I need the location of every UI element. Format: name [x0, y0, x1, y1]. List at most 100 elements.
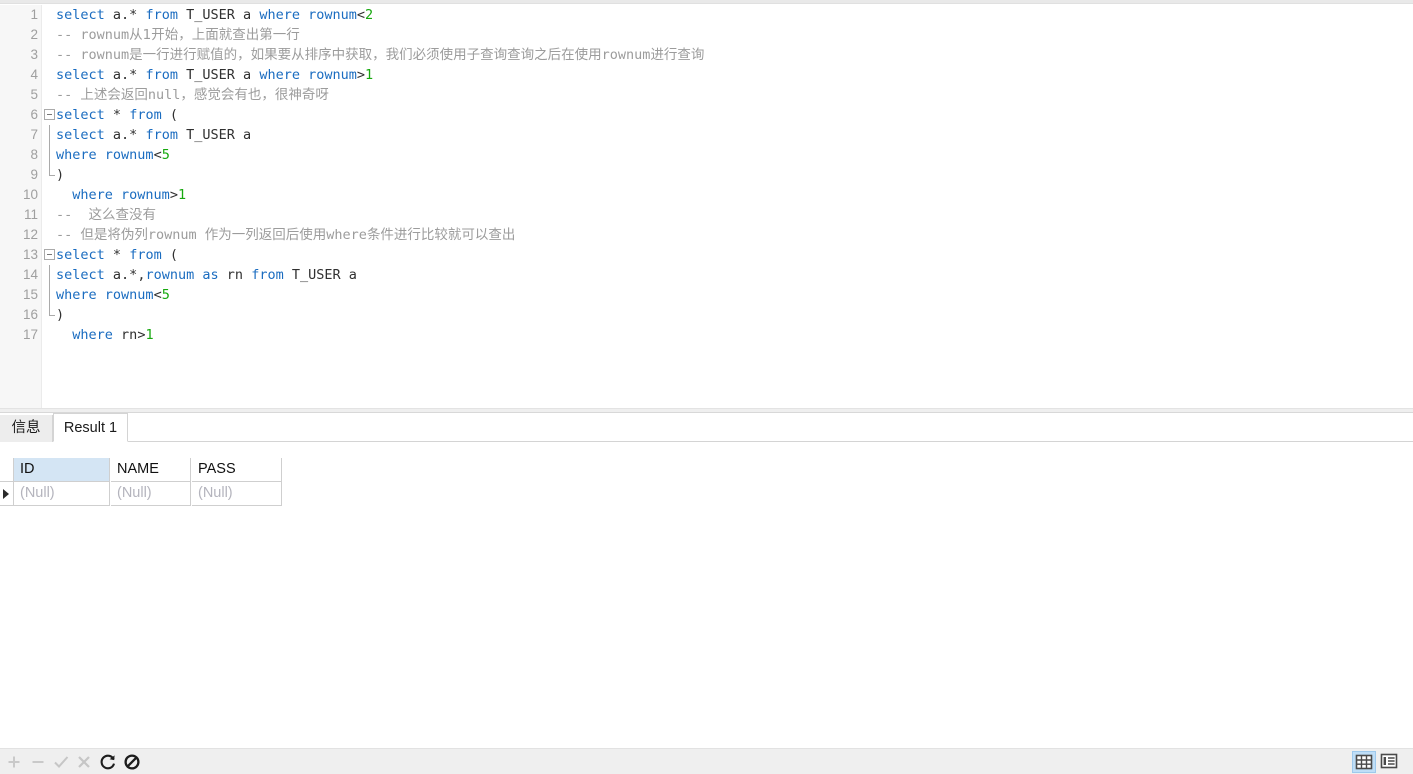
code-line-text: where rownum<5	[56, 287, 170, 303]
grid-status-bar	[0, 748, 1413, 774]
code-line-text: where rownum>1	[72, 187, 187, 203]
code-line[interactable]: 9)	[0, 165, 1413, 185]
code-line-text: select a.* from T_USER a where rownum<2	[56, 7, 374, 23]
fold-cell-empty	[42, 85, 56, 105]
grid-cell[interactable]: (Null)	[14, 482, 110, 506]
grid-header-row: ID NAME PASS	[0, 458, 1413, 482]
grid-view-button[interactable]	[1352, 751, 1376, 773]
commit-record-button[interactable]	[51, 752, 71, 772]
toolbar-edge-strip	[0, 0, 1413, 4]
code-line[interactable]: 16)	[0, 305, 1413, 325]
code-line-text: -- 这么查没有	[56, 207, 157, 223]
code-line-text: select a.* from T_USER a	[56, 127, 252, 143]
code-line[interactable]: 8 where rownum<5	[0, 145, 1413, 165]
plus-icon	[8, 756, 20, 768]
refresh-icon	[100, 754, 116, 770]
code-line-text: select * from (	[56, 107, 178, 123]
code-line[interactable]: 7 select a.* from T_USER a	[0, 125, 1413, 145]
tab-result-1[interactable]: Result 1	[53, 413, 128, 442]
grid-cell[interactable]: (Null)	[111, 482, 191, 506]
line-number: 9	[30, 167, 38, 182]
code-line[interactable]: 3 -- rownum是一行进行赋值的，如果要从排序中获取，我们必须使用子查询查询…	[0, 45, 1413, 65]
form-view-button[interactable]	[1378, 751, 1402, 773]
fold-toggle-icon[interactable]	[42, 105, 56, 125]
grid-corner-cell[interactable]	[0, 458, 14, 482]
code-line-text: select a.*,rownum as rn from T_USER a	[56, 267, 357, 283]
delete-record-button[interactable]	[28, 752, 48, 772]
current-row-triangle-icon	[3, 489, 9, 499]
row-marker[interactable]	[0, 482, 14, 506]
code-line-text: where rownum<5	[56, 147, 170, 163]
sql-code-editor[interactable]: 1 select a.* from T_USER a where rownum<2…	[0, 5, 1413, 408]
result-pane: 信息 Result 1 ID NAME PASS (Null) (Null) (Null…	[0, 413, 1413, 748]
sql-editor-window: 1 select a.* from T_USER a where rownum<2…	[0, 0, 1413, 774]
fold-guide-line	[42, 285, 56, 305]
fold-cell-empty	[42, 25, 56, 45]
fold-guide-end	[42, 305, 56, 325]
code-line[interactable]: 10 where rownum>1	[0, 185, 1413, 205]
code-line[interactable]: 11 -- 这么查没有	[0, 205, 1413, 225]
fold-guide-end	[42, 165, 56, 185]
add-record-button[interactable]	[4, 752, 24, 772]
fold-guide-line	[42, 265, 56, 285]
code-line-text: select a.* from T_USER a where rownum>1	[56, 67, 374, 83]
column-header[interactable]: ID	[14, 458, 110, 482]
code-line-text: where rn>1	[72, 327, 154, 343]
result-tab-strip: 信息 Result 1	[0, 413, 1413, 442]
line-number: 13	[22, 247, 38, 262]
line-number: 3	[30, 47, 38, 62]
fold-guide-line	[42, 125, 56, 145]
line-number: 12	[22, 227, 38, 242]
tab-info[interactable]: 信息	[0, 415, 53, 442]
code-line-text: -- 但是将伪列rownum 作为一列返回后使用where条件进行比较就可以查出	[56, 227, 516, 243]
code-line-text: select * from (	[56, 247, 178, 263]
result-data-grid[interactable]: ID NAME PASS (Null) (Null) (Null)	[0, 442, 1413, 748]
editor-code-area[interactable]: 1 select a.* from T_USER a where rownum<2…	[0, 5, 1413, 408]
no-entry-icon	[124, 754, 140, 770]
fold-guide-line	[42, 145, 56, 165]
code-line-text: -- rownum是一行进行赋值的，如果要从排序中获取，我们必须使用子查询查询之…	[56, 47, 705, 63]
fold-cell-empty	[42, 45, 56, 65]
grid-cell[interactable]: (Null)	[192, 482, 282, 506]
stop-button[interactable]	[122, 752, 142, 772]
line-number: 8	[30, 147, 38, 162]
line-number: 14	[22, 267, 38, 282]
code-line[interactable]: 2 -- rownum从1开始，上面就查出第一行	[0, 25, 1413, 45]
code-line[interactable]: 5 -- 上述会返回null，感觉会有也，很神奇呀	[0, 85, 1413, 105]
fold-cell-empty	[42, 205, 56, 225]
code-line-text: -- 上述会返回null，感觉会有也，很神奇呀	[56, 87, 329, 103]
code-line-text: )	[56, 307, 65, 323]
fold-cell-empty	[42, 65, 56, 85]
column-header[interactable]: NAME	[111, 458, 191, 482]
line-number: 5	[30, 87, 38, 102]
cross-icon	[78, 756, 90, 768]
check-icon	[54, 756, 69, 768]
code-line[interactable]: 4 select a.* from T_USER a where rownum>1	[0, 65, 1413, 85]
column-header[interactable]: PASS	[192, 458, 282, 482]
minus-icon	[32, 761, 44, 763]
code-line[interactable]: 13 select * from (	[0, 245, 1413, 265]
code-line-text: )	[56, 167, 65, 183]
line-number: 16	[22, 307, 38, 322]
code-line[interactable]: 15 where rownum<5	[0, 285, 1413, 305]
line-number: 7	[30, 127, 38, 142]
fold-toggle-icon[interactable]	[42, 245, 56, 265]
code-line[interactable]: 1 select a.* from T_USER a where rownum<2	[0, 5, 1413, 25]
line-number: 17	[22, 327, 38, 342]
code-line[interactable]: 14 select a.*,rownum as rn from T_USER a	[0, 265, 1413, 285]
code-line[interactable]: 17 where rn>1	[0, 325, 1413, 345]
table-row[interactable]: (Null) (Null) (Null)	[0, 482, 1413, 506]
line-number: 15	[22, 287, 38, 302]
code-line[interactable]: 12 -- 但是将伪列rownum 作为一列返回后使用where条件进行比较就可以…	[0, 225, 1413, 245]
line-number: 1	[30, 7, 38, 22]
line-number: 10	[22, 187, 38, 202]
fold-cell-empty	[42, 225, 56, 245]
refresh-button[interactable]	[98, 752, 118, 772]
fold-cell-empty	[42, 5, 56, 25]
revert-record-button[interactable]	[74, 752, 94, 772]
form-view-icon	[1380, 753, 1398, 769]
line-number: 2	[30, 27, 38, 42]
code-line[interactable]: 6 select * from (	[0, 105, 1413, 125]
grid-view-icon	[1355, 754, 1373, 770]
fold-cell-empty	[42, 185, 56, 205]
